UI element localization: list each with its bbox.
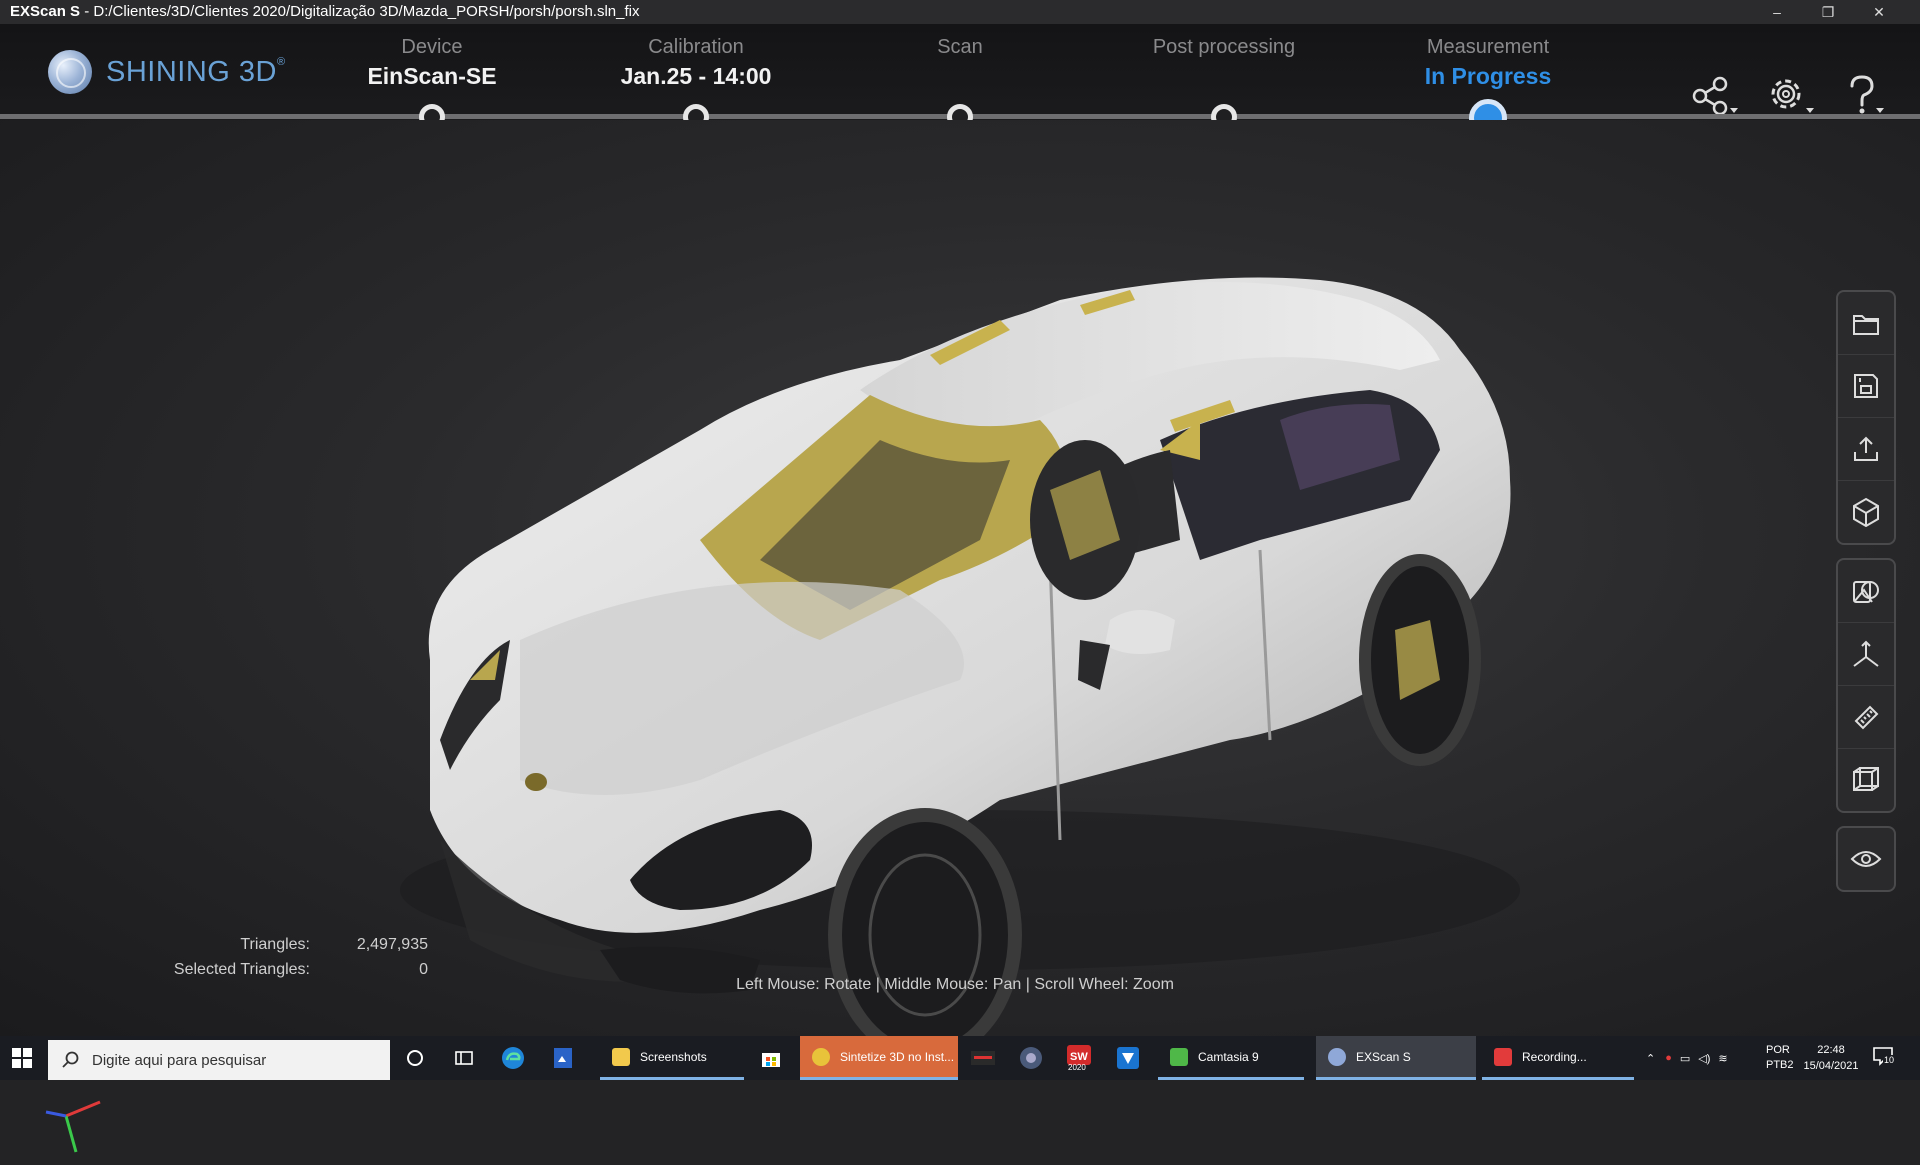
solidworks-year: 2020 [1068, 1063, 1086, 1072]
folder-icon [612, 1047, 630, 1066]
coordinate-axes-icon[interactable] [1838, 623, 1894, 686]
3d-viewport[interactable]: Triangles: 2,497,935 Selected Triangles:… [0, 120, 1920, 1153]
brand-name: SHINING 3D [106, 56, 277, 88]
step-value: EinScan-SE [367, 63, 497, 89]
app-icon-scanner[interactable] [1018, 1036, 1044, 1080]
scanned-car-model[interactable] [0, 120, 1920, 1036]
step-device[interactable]: Device EinScan-SE [302, 34, 562, 92]
notifications-icon[interactable]: 10 [1872, 1036, 1900, 1080]
app-name: EXScan S [10, 3, 81, 20]
restore-button[interactable]: ❐ [1805, 0, 1851, 24]
export-icon[interactable] [1838, 418, 1894, 481]
battery-icon[interactable]: ▭ [1680, 1052, 1690, 1065]
app-icon-ribbon[interactable] [970, 1036, 996, 1080]
taskbar-app-recording[interactable]: Recording... [1482, 1036, 1634, 1080]
taskbar-app-screenshots[interactable]: Screenshots [600, 1036, 744, 1080]
title-bar: EXScan S - D:/Clientes/3D/Clientes 2020/… [0, 0, 1920, 24]
recording-icon [1494, 1047, 1512, 1066]
taskbar-search-box[interactable]: Digite aqui para pesquisar [48, 1040, 390, 1080]
input-language[interactable]: POR PTB2 [1766, 1036, 1794, 1080]
close-button[interactable]: ✕ [1856, 0, 1902, 24]
photos-app-icon[interactable] [552, 1036, 574, 1080]
bounding-box-icon[interactable] [1838, 749, 1894, 811]
app-icon-blue[interactable] [1116, 1036, 1140, 1080]
save-icon[interactable] [1838, 355, 1894, 418]
step-label: Device [401, 36, 463, 58]
chrome-icon [812, 1047, 830, 1066]
toolbar-view-group [1836, 826, 1896, 892]
cortana-icon[interactable] [406, 1036, 424, 1080]
step-label: Scan [937, 36, 983, 58]
toolbar-measure-group [1836, 558, 1896, 813]
window-title: EXScan S - D:/Clientes/3D/Clientes 2020/… [10, 3, 640, 20]
triangles-label: Triangles: [240, 936, 310, 953]
edge-browser-icon[interactable] [500, 1036, 526, 1080]
model-cube-icon[interactable] [1838, 481, 1894, 543]
svg-text:SW: SW [1070, 1051, 1088, 1063]
exscan-icon [1328, 1047, 1346, 1066]
step-value: Jan.25 - 14:00 [620, 63, 772, 89]
windows-start-icon[interactable] [12, 1036, 32, 1080]
mouse-controls-hint: Left Mouse: Rotate | Middle Mouse: Pan |… [736, 976, 1174, 993]
search-placeholder: Digite aqui para pesquisar [92, 1051, 267, 1069]
orientation-axes-icon [40, 1090, 110, 1165]
store-icon[interactable] [760, 1036, 782, 1080]
taskbar-app-camtasia[interactable]: Camtasia 9 [1158, 1036, 1304, 1080]
notification-count: 10 [1883, 1055, 1896, 1065]
wifi-icon[interactable]: ≋ [1718, 1052, 1727, 1065]
reference-shape-icon[interactable] [1838, 560, 1894, 623]
step-scan[interactable]: Scan [830, 34, 1090, 60]
logo-globe-icon [48, 50, 92, 94]
step-label: Measurement [1426, 36, 1550, 58]
taskbar-app-exscan[interactable]: EXScan S [1316, 1036, 1476, 1080]
help-icon[interactable] [1840, 74, 1892, 118]
minimize-button[interactable]: – [1754, 0, 1800, 24]
windows-taskbar: Digite aqui para pesquisar Screenshots S… [0, 1036, 1920, 1080]
search-icon [62, 1051, 79, 1068]
camtasia-icon [1170, 1047, 1188, 1066]
open-folder-icon[interactable] [1838, 292, 1894, 355]
solidworks-icon[interactable]: SW 2020 [1066, 1036, 1092, 1080]
taskbar-app-chrome[interactable]: Sintetize 3D no Inst... [800, 1036, 958, 1080]
step-label: Post processing [1152, 36, 1296, 58]
step-measurement[interactable]: Measurement In Progress [1358, 34, 1618, 92]
step-post-processing[interactable]: Post processing [1094, 34, 1354, 60]
measure-ruler-icon[interactable] [1838, 686, 1894, 749]
visibility-eye-icon[interactable] [1838, 828, 1894, 890]
step-label: Calibration [648, 36, 744, 58]
share-icon[interactable] [1688, 74, 1740, 118]
file-path: D:/Clientes/3D/Clientes 2020/Digitalizaç… [93, 3, 640, 20]
triangles-value: 2,497,935 [356, 936, 428, 953]
toolbar-file-group [1836, 290, 1896, 545]
task-view-icon[interactable] [454, 1036, 474, 1080]
tray-chevron-icon[interactable]: ⌃ [1646, 1052, 1655, 1065]
volume-icon[interactable]: ◁) [1698, 1052, 1710, 1065]
system-tray: ⌃ ● ▭ ◁) ≋ [1646, 1036, 1738, 1080]
step-status-active: In Progress [1424, 63, 1552, 89]
settings-icon[interactable] [1764, 74, 1816, 118]
step-calibration[interactable]: Calibration Jan.25 - 14:00 [566, 34, 826, 92]
tray-app-icon[interactable]: ● [1665, 1052, 1672, 1064]
clock[interactable]: 22:48 15/04/2021 [1800, 1036, 1862, 1080]
